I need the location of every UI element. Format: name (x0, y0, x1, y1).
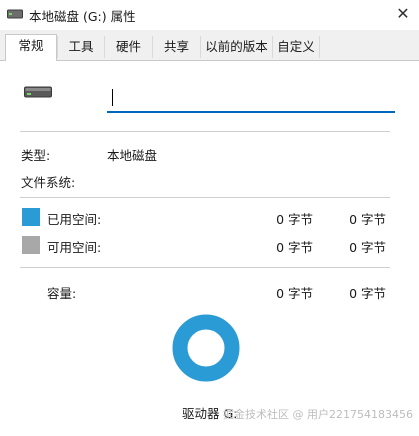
free-space-swatch (22, 236, 40, 254)
tab-customize[interactable]: 自定义 (272, 36, 320, 58)
divider (20, 267, 390, 268)
free-space-size: 0 字节 (349, 240, 386, 255)
type-label: 类型: (21, 148, 51, 163)
tab-bar: 常规 工具 硬件 共享 以前的版本 自定义 (0, 30, 419, 61)
capacity-bytes: 0 字节 (276, 286, 313, 301)
drive-icon (7, 9, 23, 19)
filesystem-label: 文件系统: (21, 175, 76, 190)
drive-name-input[interactable] (107, 83, 395, 113)
tab-tools[interactable]: 工具 (57, 36, 104, 58)
general-panel: 类型: 本地磁盘 文件系统: 已用空间: 0 字节 0 字节 可用空间: 0 字… (0, 60, 419, 436)
free-space-bytes: 0 字节 (276, 240, 313, 255)
window-title: 本地磁盘 (G:) 属性 (29, 9, 136, 24)
free-space-label: 可用空间: (47, 240, 102, 255)
divider (20, 131, 390, 132)
used-space-swatch (22, 208, 40, 226)
tab-hardware[interactable]: 硬件 (104, 36, 152, 58)
used-space-label: 已用空间: (47, 212, 102, 227)
text-caret (112, 89, 113, 106)
type-value: 本地磁盘 (107, 148, 158, 163)
divider (20, 197, 390, 198)
tab-sharing[interactable]: 共享 (152, 36, 200, 58)
capacity-size: 0 字节 (349, 286, 386, 301)
tab-general[interactable]: 常规 (5, 34, 57, 61)
disk-usage-donut (172, 314, 240, 382)
properties-window: 本地磁盘 (G:) 属性 ✕ 常规 工具 硬件 共享 以前的版本 自定义 类型:… (0, 0, 419, 436)
drive-icon (24, 86, 52, 98)
close-icon[interactable]: ✕ (393, 4, 413, 24)
used-space-bytes: 0 字节 (276, 212, 313, 227)
capacity-label: 容量: (47, 286, 77, 301)
tab-previous-versions[interactable]: 以前的版本 (200, 36, 272, 58)
watermark: 掘金技术社区 @ 用户221754183456 (223, 408, 413, 421)
used-space-size: 0 字节 (349, 212, 386, 227)
title-bar[interactable]: 本地磁盘 (G:) 属性 ✕ (0, 0, 419, 30)
